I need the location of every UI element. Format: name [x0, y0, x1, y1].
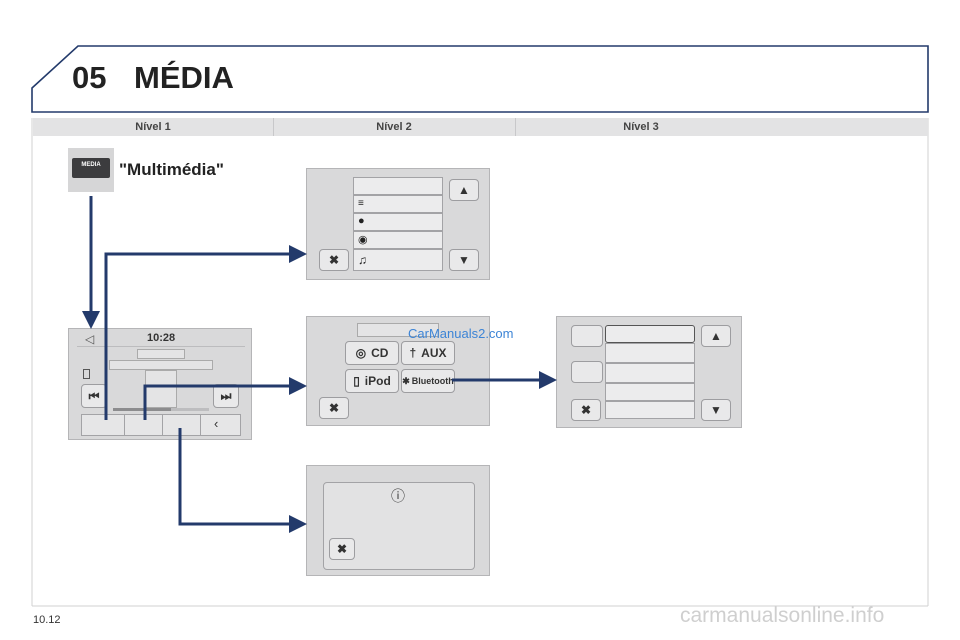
watermark-text: CarManuals2.com [408, 326, 514, 341]
arrow-home-to-list [104, 245, 307, 420]
arrow-home-to-info [178, 428, 307, 533]
navigation-arrows [82, 196, 557, 533]
page-number: 10.12 [33, 614, 61, 626]
arrow-home-to-source [143, 377, 307, 420]
site-footer: carmanualsonline.info [680, 604, 885, 627]
